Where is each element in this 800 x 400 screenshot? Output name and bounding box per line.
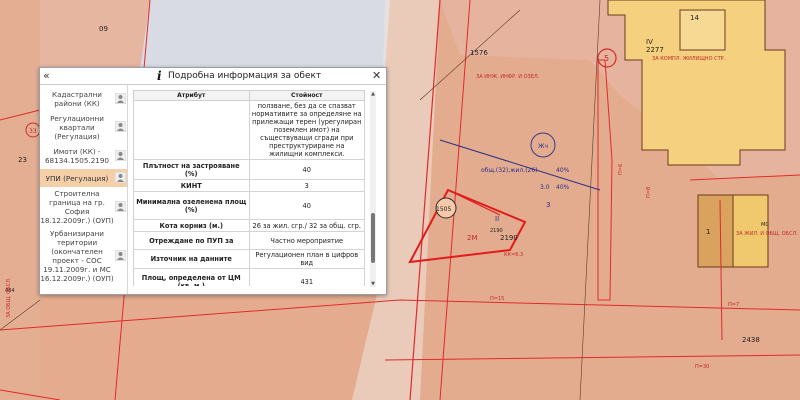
person-icon — [115, 201, 126, 212]
layer-item-regulation-quarters[interactable]: Регулационни квартали (Регулация) — [40, 112, 127, 142]
map-label-09: 09 — [99, 25, 108, 33]
panel-title: Подробна информация за обект — [168, 71, 322, 81]
map-label-za-inzh: ЗА ИНЖ. ИНФР. И ОЗЕЛ. — [476, 74, 540, 80]
layer-item-label: Регулационни квартали (Регулация) — [50, 113, 104, 141]
table-row: Кота корниз (м.) 26 за жил. сгр./ 32 за … — [133, 219, 365, 232]
map-label-kk: КК=6.3 — [504, 252, 523, 258]
table-row: Площ, определена от ЦМ (кв. м.) 431 — [133, 268, 365, 286]
map-label-1: 1 — [706, 228, 710, 236]
map-label-1505: 1505 — [436, 206, 451, 213]
map-label-40-a: 40% — [556, 167, 570, 174]
attribute-name: Минимална озеленена площ (%) — [133, 191, 250, 220]
scrollbar-thumb[interactable] — [371, 213, 375, 263]
table-row: Минимална озеленена площ (%) 40 — [133, 191, 365, 220]
info-icon: i — [157, 69, 162, 83]
attribute-name: Площ, определена от ЦМ (кв. м.) — [133, 268, 250, 286]
layer-item-label: Урбанизирани територии (окончателен прое… — [40, 229, 114, 283]
scrollbar[interactable]: ▲ ▼ — [370, 91, 376, 287]
attribute-value: 3 — [248, 179, 365, 192]
map-label-p15: П=15 — [490, 296, 504, 302]
layer-item-building-boundary[interactable]: Строителна граница на гр. София 18.12.20… — [40, 187, 127, 227]
map-label-33: 33 — [29, 128, 37, 135]
layer-item-label: Строителна граница на гр. София 18.12.20… — [40, 189, 114, 225]
person-icon — [115, 172, 126, 183]
table-header-row: Атрибут Стойност — [133, 90, 365, 101]
object-info-panel: « i Подробна информация за обект ✕ Кадас… — [39, 67, 387, 295]
layer-item-cadastral-districts[interactable]: Кадастрални райони (КК) — [40, 85, 127, 112]
map-label-obsht: общ.(32),жил.(26) — [481, 167, 538, 174]
layer-item-urbanized-territories[interactable]: Урбанизирани територии (окончателен прое… — [40, 227, 127, 285]
person-icon — [115, 121, 126, 132]
attribute-value: 40 — [248, 159, 365, 180]
map-label-p7: П=7 — [728, 302, 739, 308]
map-label-14: 14 — [690, 14, 699, 22]
scroll-up-icon[interactable]: ▲ — [370, 91, 376, 97]
column-header-attribute: Атрибут — [133, 90, 250, 101]
map-label-1576: 1576 — [470, 49, 488, 57]
map-label-2438: 2438 — [742, 336, 760, 344]
table-row: Плътност на застрояване (%) 40 — [133, 159, 365, 180]
attributes-content[interactable]: Атрибут Стойност ползване, без да се спа… — [133, 90, 379, 286]
map-label-za-obsht-left: ЗА ОБЩ. ОБСЛ. — [6, 277, 12, 318]
map-label-2190: 2190 — [500, 234, 518, 242]
map-label-3: 3 — [546, 201, 550, 209]
person-icon — [115, 92, 126, 104]
scroll-down-icon[interactable]: ▼ — [370, 281, 376, 287]
attribute-name: Плътност на застрояване (%) — [133, 159, 250, 180]
map-label-p6: П=6 — [618, 164, 624, 175]
layer-item-label: Имоти (КК) - 68134.1505.2190 — [44, 146, 110, 165]
layer-item-properties[interactable]: Имоти (КК) - 68134.1505.2190 — [40, 142, 127, 169]
map-label-mc: МС — [761, 222, 769, 228]
map-label-23: 23 — [18, 156, 27, 164]
attribute-value: 40 — [248, 191, 365, 220]
table-row: ползване, без да се спазват нормативите … — [133, 100, 365, 160]
attribute-name: КИНТ — [133, 179, 250, 192]
map-label-2m: 2М — [467, 234, 478, 242]
table-row: Източник на данните Регулационен план в … — [133, 249, 365, 269]
table-row: Отреждане по ПУП за Частно мероприятие — [133, 231, 365, 250]
column-header-value: Стойност — [248, 90, 365, 101]
map-label-za-obsht-right: ЗА ЖИЛ. И ОБЩ. ОБСЛ. — [736, 231, 798, 237]
map-label-5: 5 — [604, 54, 609, 63]
map-label-zh4: Жч — [538, 143, 548, 150]
map-label-iv: IV — [646, 38, 653, 46]
attribute-name — [133, 100, 250, 160]
map-label-40-b: 40% — [556, 184, 570, 191]
attribute-name: Отреждане по ПУП за — [133, 231, 250, 250]
collapse-icon[interactable]: « — [43, 69, 50, 83]
attribute-name: Източник на данните — [133, 249, 250, 269]
layer-list: Кадастрални райони (КК) Регулационни ква… — [40, 85, 128, 294]
attribute-value: 431 — [248, 268, 365, 286]
attribute-value: 26 за жил. сгр./ 32 за общ. сгр. — [248, 219, 365, 232]
attributes-table: Атрибут Стойност ползване, без да се спа… — [133, 90, 365, 286]
attribute-value: ползване, без да се спазват нормативите … — [248, 100, 365, 160]
map-label-za-kompl: ЗА КОМПЛ. ЖИЛИЩНО СТР. — [652, 56, 726, 62]
map-label-p30: П=30 — [695, 364, 709, 370]
map-label-II: II — [495, 215, 499, 223]
attribute-value: Частно мероприятие — [248, 231, 365, 250]
person-icon — [115, 250, 126, 261]
map-label-2277: 2277 — [646, 46, 664, 54]
person-icon — [115, 149, 126, 161]
attribute-name: Кота корниз (м.) — [133, 219, 250, 232]
map-label-p8: П=8 — [646, 187, 652, 198]
map-label-3-0: 3.0 — [540, 184, 550, 191]
table-row: КИНТ 3 — [133, 179, 365, 192]
layer-item-upi[interactable]: УПИ (Регулация) — [40, 169, 127, 187]
layer-item-label: УПИ (Регулация) — [45, 173, 109, 183]
layer-item-label: Кадастрални райони (КК) — [52, 89, 102, 108]
panel-header: « i Подробна информация за обект ✕ — [40, 68, 386, 85]
close-icon[interactable]: ✕ — [372, 69, 381, 83]
attribute-value: Регулационен план в цифров вид — [248, 249, 365, 269]
